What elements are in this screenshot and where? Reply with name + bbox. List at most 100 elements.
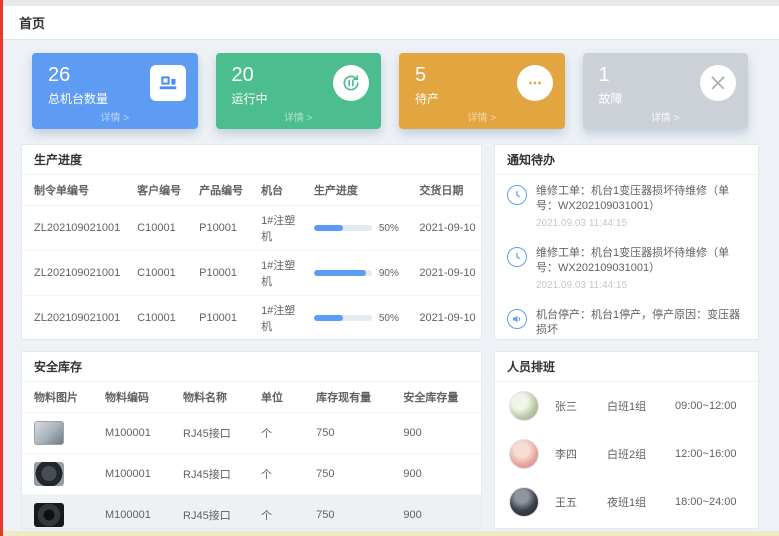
card-top: 26 总机台数量 [48, 63, 186, 107]
staff-time: 18:00~24:00 [675, 496, 736, 508]
notice-item[interactable]: 维修工单：机台1变压器损坏待维修（单号：WX202109031001） 2021… [495, 237, 758, 299]
product-no: P10001 [194, 296, 256, 341]
progress-cell: 50% [309, 296, 415, 341]
bottom-edge-strip [0, 531, 779, 536]
notice-body: 机台停产：机台1停产，停产原因：变压器损坏 2021.09.03 11:44:1… [536, 308, 746, 340]
table-row: M100001 RJ45接口 个 750 900 [22, 454, 481, 495]
material-image-cell [22, 495, 100, 530]
production-table: 制令单编号 客户编号 产品编号 机台 生产进度 交货日期 ZL202109021… [22, 175, 481, 340]
staff-shift: 白班2组 [607, 446, 675, 462]
progress-fill [314, 270, 366, 276]
stat-value: 26 [48, 63, 108, 87]
table-header-row: 制令单编号 客户编号 产品编号 机台 生产进度 交货日期 [22, 175, 481, 206]
inventory-table: 物料图片 物料编码 物料名称 单位 库存现有量 安全库存量 M100001 R [22, 382, 481, 529]
table-row: M100001 RJ45接口 个 750 900 [22, 413, 481, 454]
clock-icon [507, 185, 527, 205]
staff-time: 09:00~12:00 [675, 400, 736, 412]
staff-name: 李四 [555, 446, 607, 462]
column-header: 单位 [256, 382, 311, 413]
detail-link[interactable]: 详情 > [32, 109, 198, 124]
progress-label: 90% [379, 268, 399, 279]
current-stock: 750 [311, 454, 398, 495]
stat-cards-row: 26 总机台数量 详情 > [21, 53, 759, 129]
stat-label: 待产 [415, 90, 439, 107]
staff-schedule-panel: 人员排班 张三 白班1组 09:00~12:00 李四 白班2组 12:00~1… [494, 351, 759, 529]
clock-icon [507, 247, 527, 267]
order-no: ZL202109021001 [22, 251, 132, 296]
column-header: 安全库存量 [398, 382, 481, 413]
speaker-photo [34, 503, 64, 527]
progress-track [314, 270, 372, 276]
product-no: P10001 [194, 206, 256, 251]
staff-name: 张三 [555, 398, 607, 414]
column-header: 生产进度 [309, 175, 415, 206]
staff-row: 李四 白班2组 12:00~16:00 [495, 430, 758, 478]
detail-link[interactable]: 详情 > [399, 109, 565, 124]
column-header: 制令单编号 [22, 175, 132, 206]
staff-name: 王五 [555, 494, 607, 510]
panel-title: 生产进度 [22, 145, 481, 175]
panel-title: 人员排班 [495, 352, 758, 382]
column-header: 产品编号 [194, 175, 256, 206]
machine: 1#注塑机 [256, 251, 309, 296]
stat-card-total-machines[interactable]: 26 总机台数量 详情 > [32, 53, 198, 129]
customer-no: C10001 [132, 296, 194, 341]
notice-time: 2021.09.03 11:44:15 [536, 218, 746, 229]
product-no: P10001 [194, 251, 256, 296]
machine: 1#注塑机 [256, 296, 309, 341]
stat-value: 5 [415, 63, 439, 87]
safety-stock: 900 [398, 495, 481, 530]
stat-value: 1 [599, 63, 623, 87]
safety-stock: 900 [398, 454, 481, 495]
table-row: ZL202109021001 C10001 P10001 1#注塑机 50% 2… [22, 206, 481, 251]
notice-item[interactable]: 机台停产：机台1停产，停产原因：变压器损坏 2021.09.03 11:44:1… [495, 299, 758, 340]
dashboard-screen: 首页 26 总机台数量 [0, 0, 779, 536]
staff-row: 王五 夜班1组 18:00~24:00 [495, 478, 758, 526]
avatar [509, 391, 539, 421]
notice-text: 维修工单：机台1变压器损坏待维修（单号：WX202109031001） [536, 184, 746, 214]
column-header: 物料名称 [178, 382, 256, 413]
notifications-panel: 通知待办 维修工单：机台1变压器损坏待维修（单号：WX202109031001）… [494, 144, 759, 340]
material-image-cell [22, 454, 100, 495]
column-header: 物料图片 [22, 382, 100, 413]
table-row: M100001 RJ45接口 个 750 900 [22, 495, 481, 530]
stat-value: 20 [232, 63, 268, 87]
progress-cell: 50% [309, 206, 415, 251]
progress-label: 50% [379, 313, 399, 324]
progress-track [314, 225, 372, 231]
column-header: 交货日期 [414, 175, 481, 206]
staff-shift: 夜班1组 [607, 494, 675, 510]
order-no: ZL202109021001 [22, 296, 132, 341]
material-code: M100001 [100, 495, 178, 530]
stat-card-fault[interactable]: 1 故障 详情 > [583, 53, 749, 129]
column-header: 库存现有量 [311, 382, 398, 413]
current-stock: 750 [311, 413, 398, 454]
production-progress-panel: 生产进度 制令单编号 客户编号 产品编号 机台 生产进度 交货日期 [21, 144, 482, 340]
panels-grid: 生产进度 制令单编号 客户编号 产品编号 机台 生产进度 交货日期 [21, 144, 759, 529]
stat-label: 运行中 [232, 90, 268, 107]
table-row: ZL202109021001 C10001 P10001 1#注塑机 50% 2… [22, 296, 481, 341]
safety-stock-panel: 安全库存 物料图片 物料编码 物料名称 单位 库存现有量 安全库存量 [21, 351, 482, 529]
page-title: 首页 [19, 13, 45, 32]
stat-label: 故障 [599, 90, 623, 107]
customer-no: C10001 [132, 206, 194, 251]
speaker-icon [507, 309, 527, 329]
delivery-date: 2021-09-10 [414, 206, 481, 251]
ellipsis-icon [517, 65, 553, 101]
detail-link[interactable]: 详情 > [583, 109, 749, 124]
stat-card-waiting[interactable]: 5 待产 详情 > [399, 53, 565, 129]
card-text: 20 运行中 [232, 63, 268, 107]
safety-stock: 900 [398, 413, 481, 454]
progress-label: 50% [379, 223, 399, 234]
material-image-cell [22, 413, 100, 454]
running-icon [333, 65, 369, 101]
stat-card-running[interactable]: 20 运行中 详情 > [216, 53, 382, 129]
material-code: M100001 [100, 454, 178, 495]
notice-item[interactable]: 维修工单：机台1变压器损坏待维修（单号：WX202109031001） 2021… [495, 175, 758, 237]
material-name: RJ45接口 [178, 495, 256, 530]
staff-row: 张三 白班1组 09:00~12:00 [495, 382, 758, 430]
unit: 个 [256, 413, 311, 454]
unit: 个 [256, 454, 311, 495]
column-header: 机台 [256, 175, 309, 206]
detail-link[interactable]: 详情 > [216, 109, 382, 124]
